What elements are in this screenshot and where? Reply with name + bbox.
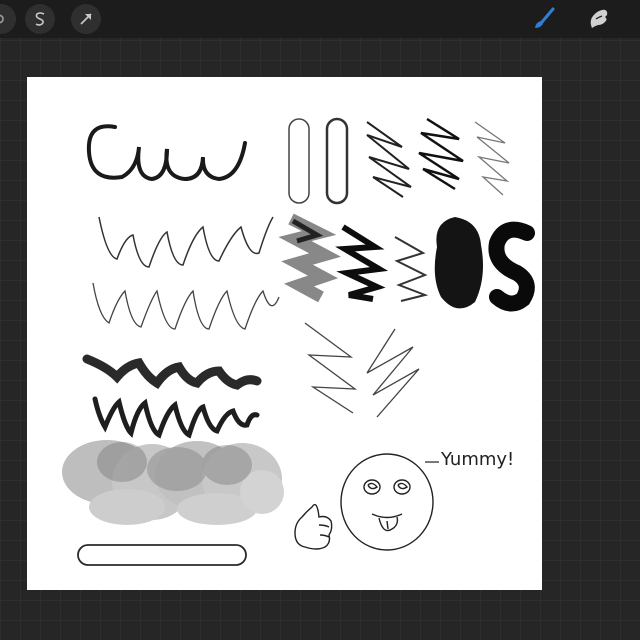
stroke-cursive-loops (86, 124, 247, 182)
stroke-zigzag-lower-1 (304, 322, 358, 414)
smudge-icon (590, 9, 608, 28)
stroke-scribble-2 (418, 117, 464, 191)
smiley-face-sketch (340, 453, 434, 551)
stroke-medium-zigzag (92, 396, 260, 439)
stroke-thin-wave-1 (98, 216, 274, 268)
partial-tool-icon (0, 14, 4, 24)
transform-button[interactable] (71, 4, 101, 34)
brush-tool-button[interactable] (528, 3, 560, 35)
thumbs-up-sketch (294, 503, 333, 550)
stroke-black-scratchy (335, 224, 389, 302)
stroke-tall-capsule-2 (325, 117, 349, 205)
stroke-scribble-3 (474, 121, 510, 196)
stroke-scribble-1 (366, 121, 412, 198)
stroke-thick-zigzag (82, 354, 262, 390)
selection-s-icon (35, 12, 45, 26)
stroke-thin-wave-2 (92, 282, 280, 330)
stroke-zigzag-lower-2 (366, 328, 420, 418)
partial-tool-button[interactable] (0, 4, 16, 34)
top-toolbar (0, 0, 640, 38)
drawing-canvas[interactable]: Yummy! (27, 77, 542, 590)
selection-button[interactable] (25, 4, 55, 34)
stroke-bottom-capsule (77, 544, 247, 566)
brush-icon (535, 7, 555, 28)
annotation-text: Yummy! (440, 449, 514, 470)
brush-strokes: Yummy! (62, 117, 535, 566)
transform-arrow-icon (80, 13, 92, 25)
stroke-black-blob (434, 217, 483, 309)
stroke-tall-capsule-1 (288, 118, 310, 204)
smudge-tool-button[interactable] (582, 3, 614, 35)
stroke-thin-zigzag (394, 236, 429, 302)
stroke-black-s (488, 221, 535, 312)
